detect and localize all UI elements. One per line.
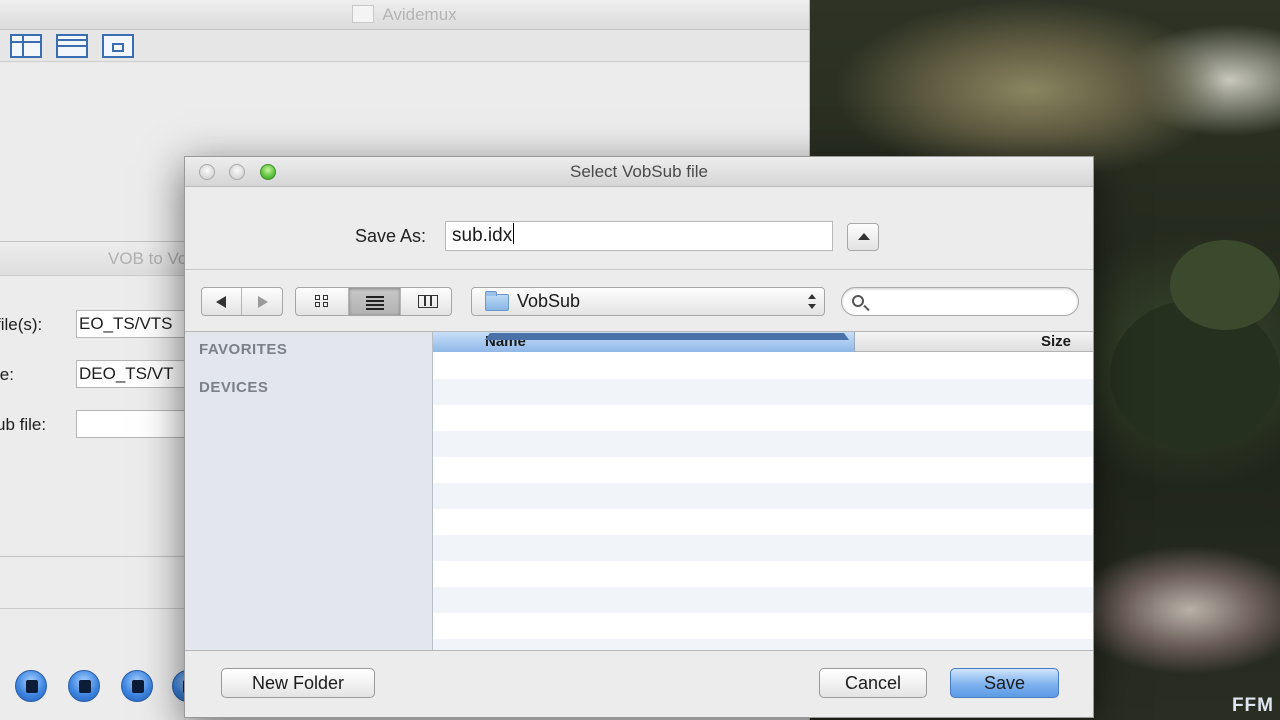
watermark-logo: FFM <box>1231 695 1274 716</box>
list-row <box>433 405 1093 431</box>
list-row <box>433 561 1093 587</box>
save-button[interactable]: Save <box>950 668 1059 698</box>
close-window-button[interactable] <box>199 164 215 180</box>
desktop-shrub <box>1170 240 1280 330</box>
save-as-value: sub.idx <box>452 225 513 246</box>
size-column-header[interactable]: Size <box>1041 333 1071 350</box>
idx-file-label: le: <box>0 365 14 384</box>
column-header-row: Name Size <box>433 332 1093 352</box>
list-row <box>433 379 1093 405</box>
column-view-button[interactable] <box>401 288 451 315</box>
divider <box>0 608 190 609</box>
sort-ascending-icon <box>485 333 849 340</box>
list-row <box>433 535 1093 561</box>
previous-keyframe-button[interactable] <box>15 670 47 702</box>
dialog-title: Select VobSub file <box>570 162 708 181</box>
list-view-icon <box>366 295 384 310</box>
idx-file-field[interactable]: DEO_TS/VT <box>76 360 196 388</box>
text-caret <box>513 223 515 244</box>
name-column-header[interactable]: Name <box>433 332 855 352</box>
vob-files-field[interactable]: EO_TS/VTS <box>76 310 196 338</box>
avidemux-title: Avidemux <box>382 5 457 24</box>
minimize-window-button[interactable] <box>229 164 245 180</box>
save-as-input[interactable]: sub.idx <box>445 221 833 251</box>
icon-view-button[interactable] <box>296 288 349 315</box>
file-browser: FAVORITES DEVICES Name Size <box>185 331 1093 651</box>
vob-to-vobsub-window: VOB to VobSub file(s): EO_TS/VTS le: DEO… <box>0 241 196 557</box>
list-row <box>433 613 1093 639</box>
avidemux-app-icon <box>352 5 375 23</box>
vob-window-title: VOB to VobSub <box>0 242 189 276</box>
save-dialog: Select VobSub file Save As: sub.idx VobS… <box>184 156 1094 718</box>
sub-file-field[interactable] <box>76 410 196 438</box>
popup-arrows-icon <box>808 294 816 310</box>
save-as-row: Save As: sub.idx <box>185 221 1093 251</box>
view-mode-segment <box>295 287 452 316</box>
layout-rows-icon[interactable] <box>56 34 88 58</box>
history-nav-segment <box>201 287 283 316</box>
save-as-label: Save As: <box>355 226 427 246</box>
list-row <box>433 353 1093 379</box>
back-button[interactable] <box>202 288 242 315</box>
cancel-button[interactable]: Cancel <box>819 668 927 698</box>
avidemux-toolbar <box>0 30 809 62</box>
divider <box>185 269 1093 270</box>
file-list[interactable]: Name Size <box>433 332 1093 650</box>
sidebar: FAVORITES DEVICES <box>185 332 433 650</box>
sidebar-heading-favorites: FAVORITES <box>199 341 288 358</box>
new-folder-button[interactable]: New Folder <box>221 668 375 698</box>
forward-arrow-icon <box>258 296 268 308</box>
next-frame-button[interactable] <box>68 670 100 702</box>
list-row <box>433 483 1093 509</box>
expand-dialog-button[interactable] <box>847 223 879 251</box>
icon-view-icon <box>315 295 329 308</box>
layout-window-icon[interactable] <box>102 34 134 58</box>
layout-columns-icon[interactable] <box>10 34 42 58</box>
search-field[interactable] <box>841 287 1079 316</box>
list-row <box>433 639 1093 650</box>
list-view-button[interactable] <box>349 288 401 315</box>
back-arrow-icon <box>216 296 226 308</box>
list-row <box>433 457 1093 483</box>
vob-files-label: file(s): <box>0 315 43 334</box>
search-icon <box>852 295 864 307</box>
forward-button[interactable] <box>242 288 282 315</box>
zoom-window-button[interactable] <box>260 164 276 180</box>
sidebar-heading-devices: DEVICES <box>199 379 269 396</box>
avidemux-titlebar: Avidemux <box>0 0 809 30</box>
folder-location-popup[interactable]: VobSub <box>471 287 825 316</box>
sub-file-label: ub file: <box>0 415 47 434</box>
folder-icon <box>485 291 509 311</box>
folder-name: VobSub <box>517 291 581 311</box>
list-row <box>433 509 1093 535</box>
dialog-titlebar: Select VobSub file <box>185 157 1093 187</box>
column-view-icon <box>418 295 438 308</box>
list-row <box>433 587 1093 613</box>
list-row <box>433 431 1093 457</box>
previous-black-frame-button[interactable] <box>121 670 153 702</box>
